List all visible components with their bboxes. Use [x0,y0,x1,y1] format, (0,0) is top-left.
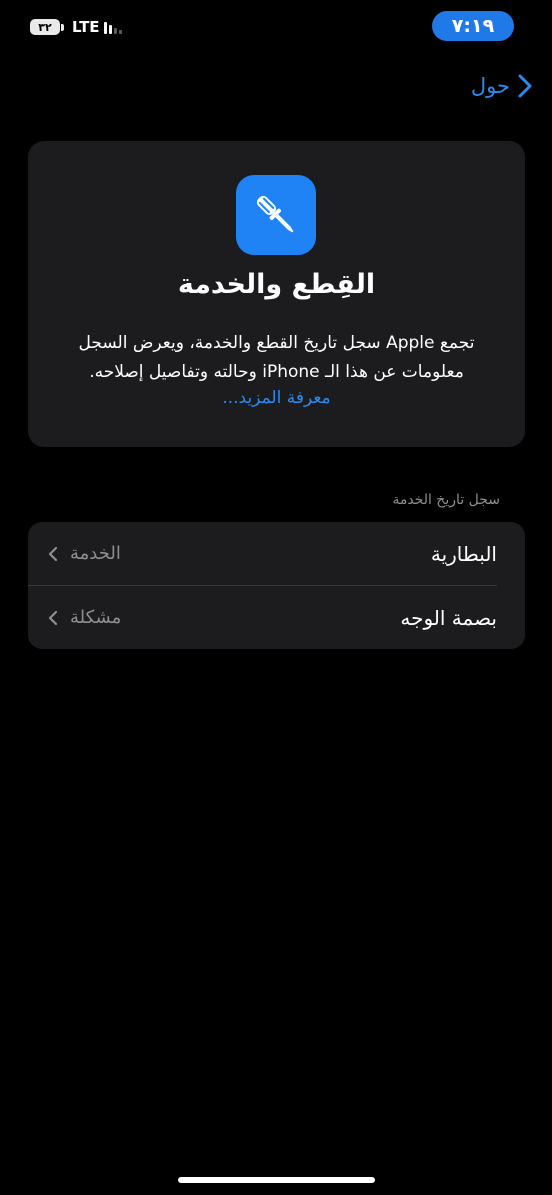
row-title: البطارية [430,541,497,566]
chevron-left-icon [48,546,58,561]
status-indicators: ٣٢ LTE [30,18,122,36]
screwdriver-icon [236,175,316,255]
row-detail-label: مشكلة [70,607,122,628]
battery-icon: ٣٢ [30,19,60,35]
service-history-header: سجل تاريخ الخدمة [392,492,500,508]
chevron-right-icon [518,74,532,98]
parts-service-info-card: القِطع والخدمة تجمع Apple سجل تاريخ القط… [28,141,525,447]
service-history-list: البطارية الخدمة بصمة الوجه مشكلة [28,522,525,649]
card-title: القِطع والخدمة [177,269,376,300]
row-detail-label: الخدمة [70,543,121,564]
signal-icon [103,20,122,34]
description-line-2: معلومات عن هذا الـ iPhone وحالته وتفاصيل… [89,362,464,382]
row-detail: مشكلة [48,607,121,628]
row-detail: الخدمة [48,543,121,564]
status-time: ٧:١٩ [432,11,514,41]
home-indicator[interactable] [178,1177,375,1183]
battery-tip [61,23,64,31]
description-line-1: تجمع Apple سجل تاريخ القطع والخدمة، ويعر… [78,333,475,353]
time-label: ٧:١٩ [451,15,495,37]
list-item-battery[interactable]: البطارية الخدمة [28,522,525,585]
card-description: تجمع Apple سجل تاريخ القطع والخدمة، ويعر… [48,329,505,387]
back-label: حول [470,74,510,98]
row-title: بصمة الوجه [400,605,497,630]
network-type: LTE [72,18,100,36]
back-button[interactable]: حول [471,74,532,98]
chevron-left-icon [48,610,58,625]
learn-more-link[interactable]: معرفة المزيد... [28,388,525,408]
list-item-face-id[interactable]: بصمة الوجه مشكلة [28,585,497,649]
battery-level: ٣٢ [38,20,52,34]
status-bar: ٣٢ LTE ٧:١٩ [0,0,552,60]
